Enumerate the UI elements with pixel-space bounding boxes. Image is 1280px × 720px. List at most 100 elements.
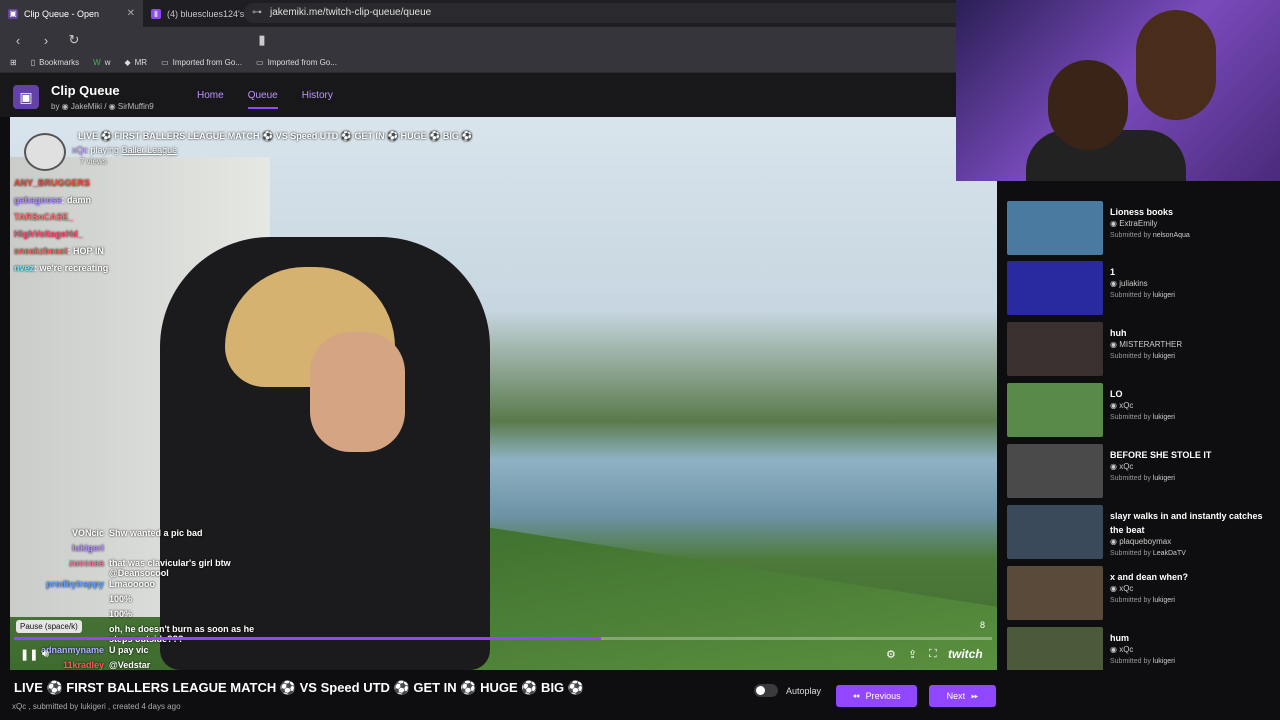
queue-item-submitter: Submitted by nelsonAqua (1110, 232, 1190, 239)
webcam-bear (1136, 10, 1216, 120)
queue-item[interactable]: hum ◉ xQc Submitted by lukigeri (1007, 627, 1277, 670)
queue-item-submitter: Submitted by LeakDaTV (1110, 550, 1186, 557)
author-link[interactable]: JakeMiki (71, 102, 102, 111)
chat-message: 100% (14, 594, 264, 608)
autoplay-toggle[interactable] (754, 684, 778, 697)
fullscreen-icon[interactable]: ⛶ (929, 648, 937, 661)
video-frame-face (310, 332, 405, 452)
queue-item[interactable]: slayr walks in and instantly catches the… (1007, 505, 1277, 561)
bookmark-item[interactable]: W w (93, 58, 110, 67)
queue-item-title: huh (1110, 328, 1127, 338)
browser-tab[interactable]: ▣ Clip Queue - Open ✕ (0, 0, 143, 27)
reload-icon[interactable]: ↻ (66, 32, 82, 48)
queue-item-channel: ◉ MISTERARTHER (1110, 340, 1183, 349)
next-button[interactable]: Next ⏩︎ (929, 685, 996, 707)
forward-icon[interactable]: › (38, 33, 54, 48)
queue-thumbnail[interactable] (1007, 201, 1103, 255)
chat-username: ANY_BRUGGERS (14, 178, 91, 188)
chat-text: Lmaooooo (109, 579, 155, 589)
site-info-icon[interactable]: ⊶ (252, 3, 262, 23)
queue-thumbnail[interactable] (1007, 444, 1103, 498)
chat-username: prodbytrappy (45, 579, 104, 589)
channel-icon: ◉ (1110, 645, 1120, 654)
bookmark-icon[interactable]: ▮ (254, 32, 270, 48)
url-field[interactable]: ⊶ jakemiki.me/twitch-clip-queue/queue (244, 3, 964, 23)
app-title: Clip Queue (51, 83, 120, 98)
chat-message: sneakzbeast: HOP IN (14, 246, 104, 256)
channel-icon: ◉ (1110, 219, 1120, 228)
channel-icon: ◉ (1110, 401, 1120, 410)
queue-item[interactable]: 1 ◉ juliakins Submitted by lukigeri (1007, 261, 1277, 317)
chat-username: sneakzbeast (14, 246, 68, 256)
settings-icon[interactable]: ⚙ (886, 648, 896, 661)
apps-icon[interactable]: ⊞ (10, 58, 17, 67)
share-icon[interactable]: ⇪ (908, 648, 917, 661)
chat-username: TARSnCASE_ (14, 212, 74, 222)
queue-item[interactable]: huh ◉ MISTERARTHER Submitted by lukigeri (1007, 322, 1277, 378)
clip-counter: 8 (980, 620, 986, 630)
progress-bar[interactable] (14, 637, 992, 640)
chat-message: prodbytrappy Lmaooooo (14, 579, 264, 593)
chat-overlay-top: ANY_BRUGGERS gabagoose: damn TARSnCASE_ Hig… (14, 178, 108, 280)
channel-icon: ◉ (1110, 340, 1120, 349)
chat-message: adnanmyname U pay vic (14, 645, 264, 659)
queue-thumbnail[interactable] (1007, 627, 1103, 670)
queue-item-title: slayr walks in and instantly catches the… (1110, 511, 1263, 535)
app-logo-icon[interactable]: ▣ (13, 85, 39, 109)
bookmark-folder[interactable]: ▭ Imported from Go... (256, 58, 337, 67)
queue-thumbnail[interactable] (1007, 322, 1103, 376)
chat-text: we're recreating (39, 263, 109, 273)
queue-thumbnail[interactable] (1007, 261, 1103, 315)
clip-title: LIVE ⚽ FIRST BALLERS LEAGUE MATCH ⚽ VS S… (14, 680, 584, 695)
close-tab-icon[interactable]: ✕ (127, 8, 135, 19)
webcam-head (1048, 60, 1128, 150)
queue-item[interactable]: x and dean when? ◉ xQc Submitted by lukige… (1007, 566, 1277, 622)
url-text: jakemiki.me/twitch-clip-queue/queue (270, 7, 432, 18)
queue-item-channel: ◉ xQc (1110, 462, 1134, 471)
app-authors: by ◉ JakeMiki / ◉ SirMuffin9 (51, 102, 154, 111)
clip-meta: xQc , submitted by lukigeri , created 4 … (12, 702, 181, 711)
toggle-knob (756, 686, 765, 695)
queue-item-submitter: Submitted by lukigeri (1110, 658, 1175, 665)
author-link[interactable]: SirMuffin9 (118, 102, 154, 111)
autoplay-label: Autoplay (786, 686, 822, 696)
chat-text: U pay vic (109, 645, 149, 655)
queue-item-submitter: Submitted by lukigeri (1110, 353, 1175, 360)
rewind-icon: ⏪︎ (852, 690, 860, 701)
tab-favicon-icon: ▣ (8, 8, 18, 19)
nav-history[interactable]: History (302, 90, 333, 109)
chat-message: gabagoose: damn (14, 195, 92, 205)
tab-favicon-icon: ▮ (151, 8, 161, 19)
queue-thumbnail[interactable] (1007, 566, 1103, 620)
stream-title: LIVE ⚽ FIRST BALLERS LEAGUE MATCH ⚽ VS S… (78, 131, 473, 141)
chat-message: HighVoltageHd_ (14, 229, 108, 246)
twitch-logo[interactable]: twitch (948, 647, 983, 661)
webcam-overlay (956, 0, 1280, 181)
bookmark-item[interactable]: ◆ MR (124, 58, 147, 67)
nav-home[interactable]: Home (197, 90, 224, 109)
pause-icon[interactable]: ❚❚ (20, 648, 38, 661)
chat-username: zuccaaa (68, 558, 104, 568)
bookmark-item[interactable]: ▯ Bookmarks (31, 58, 79, 67)
tab-title: Clip Queue - Open (24, 8, 100, 19)
playing-line: xQc playing Baller League (72, 145, 178, 155)
channel-icon: ◉ (1110, 584, 1120, 593)
nav-queue[interactable]: Queue (247, 90, 278, 109)
queue-item-channel: ◉ xQc (1110, 401, 1134, 410)
queue-thumbnail[interactable] (1007, 505, 1103, 559)
queue-item-title: LO (1110, 389, 1123, 399)
queue-item-channel: ◉ xQc (1110, 645, 1134, 654)
queue-item[interactable]: BEFORE SHE STOLE IT ◉ xQc Submitted by luk… (1007, 444, 1277, 500)
queue-item[interactable]: Lioness books ◉ ExtraEmily Submitted by ne… (1007, 201, 1277, 257)
back-icon[interactable]: ‹ (10, 33, 26, 48)
queue-list: Lioness books ◉ ExtraEmily Submitted by ne… (997, 181, 1280, 670)
queue-thumbnail[interactable] (1007, 383, 1103, 437)
chat-text: that was clavicular's girl btw @Deansoco… (109, 558, 231, 578)
bookmark-folder[interactable]: ▭ Imported from Go... (161, 58, 242, 67)
chat-username: VONcic (71, 528, 104, 538)
queue-item[interactable]: LO ◉ xQc Submitted by lukigeri (1007, 383, 1277, 439)
volume-icon[interactable]: 🔊︎ (42, 648, 49, 661)
channel-icon: ◉ (1110, 279, 1120, 288)
previous-button[interactable]: ⏪︎ Previous (836, 685, 917, 707)
chat-username: HighVoltageHd_ (14, 229, 83, 239)
